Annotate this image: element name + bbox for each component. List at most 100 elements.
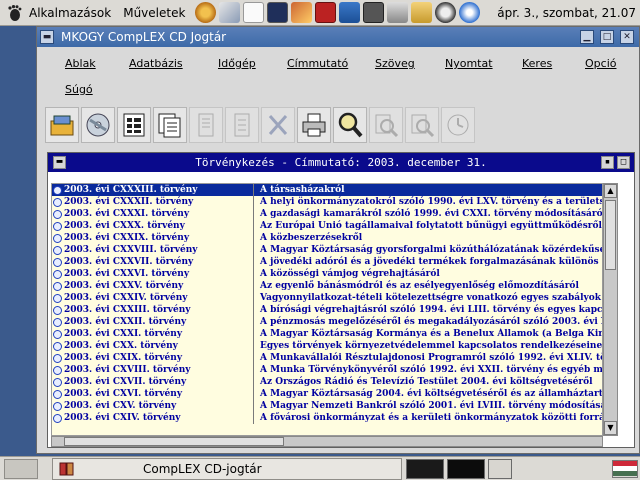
update-launcher-icon[interactable] [459,2,481,23]
law-number: 2003. évi CXIV. törvény [64,413,181,423]
print-icon[interactable] [297,107,331,143]
applications-menu[interactable]: Alkalmazások [0,0,117,26]
scroll-down-arrow-icon[interactable]: ▼ [604,421,617,435]
law-number: 2003. évi CXVIII. törvény [64,365,191,375]
law-document-icon [53,329,62,339]
window-title-bar[interactable]: ▬ MKOGY CompLEX CD Jogtár ▁ □ ✕ [37,27,639,47]
law-cell: 2003. évi CXXV. törvény [52,280,254,292]
list-row[interactable]: 2003. évi CXXXIII. törvény A társasházakr… [52,184,602,196]
list-row[interactable]: 2003. évi CXXI. törvény A Magyar Köztársa… [52,328,602,340]
list-row[interactable]: 2003. évi CXXXII. törvény A helyi önkormá… [52,196,602,208]
show-desktop-icon[interactable] [4,458,38,479]
law-number: 2003. évi CXVI. törvény [64,389,183,399]
hungarian-flag-icon[interactable] [612,459,638,478]
list-row[interactable]: 2003. évi CXXIII. törvény A bírósági végr… [52,304,602,316]
window-controls: ▁ □ ✕ [577,30,637,44]
law-title: A fővárosi önkormányzat és a kerületi ön… [260,413,602,423]
scroll-up-arrow-icon[interactable]: ▲ [604,184,617,198]
menu-adatbazis[interactable]: Adatbázis [129,57,183,70]
menu-ablak[interactable]: Ablak [65,57,96,70]
law-title: A jövedéki adóról és a jövedéki termékek… [260,257,602,267]
law-document-icon [53,293,62,303]
menu-szoveg[interactable]: Szöveg [375,57,415,70]
browser-launcher-icon[interactable] [195,2,217,23]
index-window-maximize-button[interactable]: □ [617,156,630,169]
bottom-panel: CompLEX CD-jogtár [0,456,640,480]
toc-icon[interactable] [117,107,151,143]
actions-menu[interactable]: Műveletek [117,0,191,26]
dictionary-launcher-icon[interactable] [315,2,337,23]
index-window-menu-button[interactable]: ▬ [53,156,66,169]
law-number: 2003. évi CXXX. törvény [64,221,185,231]
cd-icon[interactable] [81,107,115,143]
index-window-restore-button[interactable]: ▪ [601,156,614,169]
law-cell: 2003. évi CXXVII. törvény [52,256,254,268]
documents-icon[interactable] [153,107,187,143]
list-row[interactable]: 2003. évi CXV. törvény A Magyar Nemzeti B… [52,400,602,412]
taskbar-item-complex[interactable]: CompLEX CD-jogtár [52,457,402,480]
law-cell: 2003. évi CXXI. törvény [52,328,254,340]
folder-launcher-icon[interactable] [411,2,433,23]
horizontal-scrollbar[interactable] [51,436,603,447]
terminal-launcher-icon[interactable] [267,2,289,23]
list-row[interactable]: 2003. évi CXXIV. törvény Vagyonnyilatkoza… [52,292,602,304]
window-title: MKOGY CompLEX CD Jogtár [61,30,227,44]
menu-nyomtat[interactable]: Nyomtat [445,57,493,70]
menu-sugo[interactable]: Súgó [65,83,93,96]
list-row[interactable]: 2003. évi CXXVI. törvény A közösségi vámj… [52,268,602,280]
vertical-scroll-thumb[interactable] [605,200,616,270]
network-launcher-icon[interactable] [387,2,409,23]
list-row[interactable]: 2003. évi CXXII. törvény A pénzmosás mege… [52,316,602,328]
list-row[interactable]: 2003. évi CXXVIII. törvény A Magyar Köztá… [52,244,602,256]
vertical-scrollbar[interactable]: ▲ ▼ [603,183,618,436]
law-document-icon [53,341,62,351]
horizontal-scroll-thumb[interactable] [64,437,284,446]
list-row[interactable]: 2003. évi CXXVII. törvény A jövedéki adór… [52,256,602,268]
list-row[interactable]: 2003. évi CXVIII. törvény A Munka Törvény… [52,364,602,376]
panel-clock[interactable]: ápr. 3., szombat, 21.07 [497,6,640,20]
law-title: A társasházakról [260,185,345,195]
menu-cimmutato[interactable]: Címmutató [287,57,348,70]
list-row[interactable]: 2003. évi CXVI. törvény A Magyar Köztársa… [52,388,602,400]
law-document-icon [53,209,62,219]
law-title: Vagyonnyilatkozat-tételi kötelezettségre… [260,293,602,303]
open-db-icon[interactable] [45,107,79,143]
law-number: 2003. évi CXXXI. törvény [64,209,190,219]
workspace-2[interactable] [447,458,485,479]
law-cell: 2003. évi CXVI. törvény [52,388,254,400]
minimize-button[interactable]: ▁ [580,30,594,44]
law-document-icon [53,389,62,399]
audio-launcher-icon[interactable] [435,2,457,23]
law-document-icon [53,413,62,423]
maximize-button[interactable]: □ [600,30,614,44]
list-row[interactable]: 2003. évi CXVII. törvény Az Országos Rádi… [52,376,602,388]
list-row[interactable]: 2003. évi CXXV. törvény Az egyenlő bánásm… [52,280,602,292]
list-row[interactable]: 2003. évi CXXIX. törvény A közbeszerzések… [52,232,602,244]
index-window-title-bar[interactable]: ▬ Törvénykezés - Címmutató: 2003. decemb… [48,153,634,172]
law-number: 2003. évi CXXIV. törvény [64,293,188,303]
workspace-1[interactable] [406,458,444,479]
calculator-launcher-icon[interactable] [363,2,385,23]
menu-opcio[interactable]: Opció [585,57,616,70]
list-row[interactable]: 2003. évi CXIX. törvény A Munkavállalói R… [52,352,602,364]
law-title: Az Európai Unió tagállamaival folytatott… [260,221,602,231]
menu-keres[interactable]: Keres [522,57,552,70]
list-row[interactable]: 2003. évi CXIV. törvény A fővárosi önkorm… [52,412,602,424]
email-launcher-icon[interactable] [219,2,241,23]
bird-launcher-icon[interactable] [291,2,313,23]
law-title: A bírósági végrehajtásról szóló 1994. év… [260,305,602,315]
document-launcher-icon[interactable] [243,2,265,23]
law-index-list[interactable]: 2003. évi CXXXIII. törvény A társasházakr… [51,183,603,436]
law-number: 2003. évi CXXVI. törvény [64,269,190,279]
law-cell: 2003. évi CXXVI. törvény [52,268,254,280]
list-row[interactable]: 2003. évi CXXX. törvény Az Európai Unió t… [52,220,602,232]
search-icon[interactable] [333,107,367,143]
window-menu-button[interactable]: ▬ [40,30,54,44]
workspace-3[interactable] [488,458,512,479]
law-cell: 2003. évi CXXXI. törvény [52,208,254,220]
list-row[interactable]: 2003. évi CXX. törvény Egyes törvények kö… [52,340,602,352]
list-row[interactable]: 2003. évi CXXXI. törvény A gazdasági kama… [52,208,602,220]
close-button[interactable]: ✕ [620,30,634,44]
menu-idogep[interactable]: Időgép [218,57,256,70]
book-launcher-icon[interactable] [339,2,361,23]
